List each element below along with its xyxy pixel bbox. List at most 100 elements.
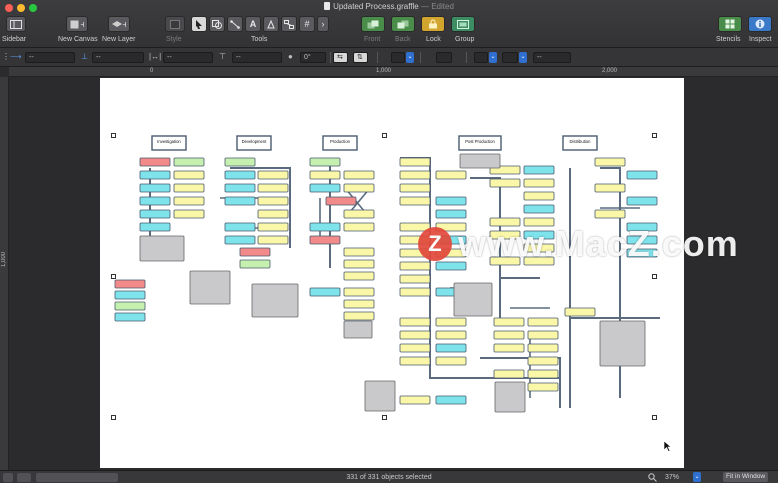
shape-tool[interactable] [209, 16, 225, 32]
process-step-box[interactable] [309, 235, 341, 245]
flip-horizontal-button[interactable]: ⇆ [333, 52, 348, 63]
back-button[interactable] [391, 16, 415, 32]
selection-handle[interactable] [382, 415, 387, 420]
new-canvas-button[interactable]: + [66, 16, 88, 32]
process-step-box[interactable] [239, 247, 271, 257]
arrowhead-field[interactable]: -- [25, 52, 75, 63]
process-step-box[interactable] [343, 259, 375, 269]
process-step-box[interactable] [594, 209, 626, 219]
fill-color-well[interactable] [391, 52, 405, 63]
process-step-box[interactable] [493, 330, 525, 340]
process-step-box[interactable] [626, 170, 658, 180]
process-step-box[interactable] [139, 170, 171, 180]
process-step-box[interactable] [224, 235, 256, 245]
selection-handle[interactable] [111, 274, 116, 279]
process-step-box[interactable] [343, 222, 375, 232]
process-step-box[interactable] [435, 170, 467, 180]
process-step-box[interactable] [257, 183, 289, 193]
shadow-dropdown[interactable]: ⌄ [489, 52, 497, 63]
process-step-box[interactable] [257, 196, 289, 206]
process-step-box[interactable] [257, 222, 289, 232]
inspect-button[interactable] [748, 16, 772, 32]
process-step-box[interactable] [309, 287, 341, 297]
process-step-box[interactable] [527, 330, 559, 340]
process-step-box[interactable] [343, 271, 375, 281]
process-step-box[interactable] [224, 183, 256, 193]
process-step-box[interactable] [139, 196, 171, 206]
process-step-box[interactable] [527, 343, 559, 353]
process-step-box[interactable] [435, 330, 467, 340]
process-step-box[interactable] [489, 178, 521, 188]
process-step-box[interactable] [325, 196, 357, 206]
annotation-note[interactable] [189, 270, 231, 305]
process-step-box[interactable] [399, 183, 431, 193]
process-step-box[interactable] [309, 157, 341, 167]
process-step-box[interactable] [139, 157, 171, 167]
process-step-box[interactable] [224, 157, 256, 167]
fill-dropdown[interactable]: ⌄ [406, 52, 414, 63]
process-step-box[interactable] [114, 290, 146, 300]
selection-handle[interactable] [652, 415, 657, 420]
shadow-well[interactable] [474, 52, 488, 63]
process-step-box[interactable] [626, 196, 658, 206]
process-step-box[interactable] [399, 343, 431, 353]
stencils-button[interactable] [718, 16, 742, 32]
process-step-box[interactable] [309, 183, 341, 193]
process-step-box[interactable] [493, 369, 525, 379]
process-step-box[interactable] [309, 222, 341, 232]
annotation-note[interactable] [251, 283, 299, 318]
process-step-box[interactable] [224, 196, 256, 206]
process-step-box[interactable] [343, 247, 375, 257]
table-tool[interactable]: # [299, 16, 315, 32]
process-step-box[interactable] [343, 170, 375, 180]
selection-handle[interactable] [111, 133, 116, 138]
flip-vertical-button[interactable]: ⇅ [353, 52, 368, 63]
lock-button[interactable] [421, 16, 445, 32]
process-step-box[interactable] [343, 287, 375, 297]
process-step-box[interactable] [399, 157, 431, 167]
process-step-box[interactable] [257, 170, 289, 180]
process-step-box[interactable] [224, 222, 256, 232]
process-step-box[interactable] [435, 343, 467, 353]
process-step-box[interactable] [114, 279, 146, 289]
process-step-box[interactable] [173, 183, 205, 193]
column-header[interactable]: Production [322, 135, 358, 151]
process-step-box[interactable] [309, 170, 341, 180]
column-header[interactable]: Distribution [562, 135, 598, 151]
sidebar-button[interactable] [6, 16, 26, 32]
process-step-box[interactable] [493, 317, 525, 327]
process-step-box[interactable] [114, 312, 146, 322]
column-header[interactable]: Development [236, 135, 272, 151]
diagram-tool[interactable] [281, 16, 297, 32]
process-step-box[interactable] [173, 157, 205, 167]
line-tool[interactable] [227, 16, 243, 32]
process-step-box[interactable] [343, 311, 375, 321]
process-step-box[interactable] [343, 299, 375, 309]
annotation-note[interactable] [599, 320, 646, 367]
column-header[interactable]: Investigation [151, 135, 187, 151]
fit-in-window-button[interactable]: Fit in Window [723, 472, 769, 482]
stroke-style-well[interactable] [436, 52, 452, 63]
process-step-box[interactable] [139, 209, 171, 219]
selection-handle[interactable] [382, 133, 387, 138]
selection-handle[interactable] [652, 133, 657, 138]
process-step-box[interactable] [435, 395, 467, 405]
annotation-note[interactable] [139, 235, 185, 262]
process-step-box[interactable] [523, 165, 555, 175]
selection-handle[interactable] [111, 415, 116, 420]
process-step-box[interactable] [257, 235, 289, 245]
annotation-note[interactable] [453, 282, 493, 317]
more-tools-button[interactable]: › [317, 16, 329, 32]
process-step-box[interactable] [399, 274, 431, 284]
process-step-box[interactable] [224, 170, 256, 180]
process-step-box[interactable] [173, 170, 205, 180]
process-step-box[interactable] [523, 204, 555, 214]
process-step-box[interactable] [527, 369, 559, 379]
annotation-note[interactable] [364, 380, 396, 412]
annotation-note[interactable] [343, 320, 373, 339]
process-step-box[interactable] [173, 209, 205, 219]
process-step-box[interactable] [527, 356, 559, 366]
group-button[interactable] [451, 16, 475, 32]
process-step-box[interactable] [435, 209, 467, 219]
canvas-area[interactable]: Investigation Development Production Post P… [9, 77, 778, 470]
